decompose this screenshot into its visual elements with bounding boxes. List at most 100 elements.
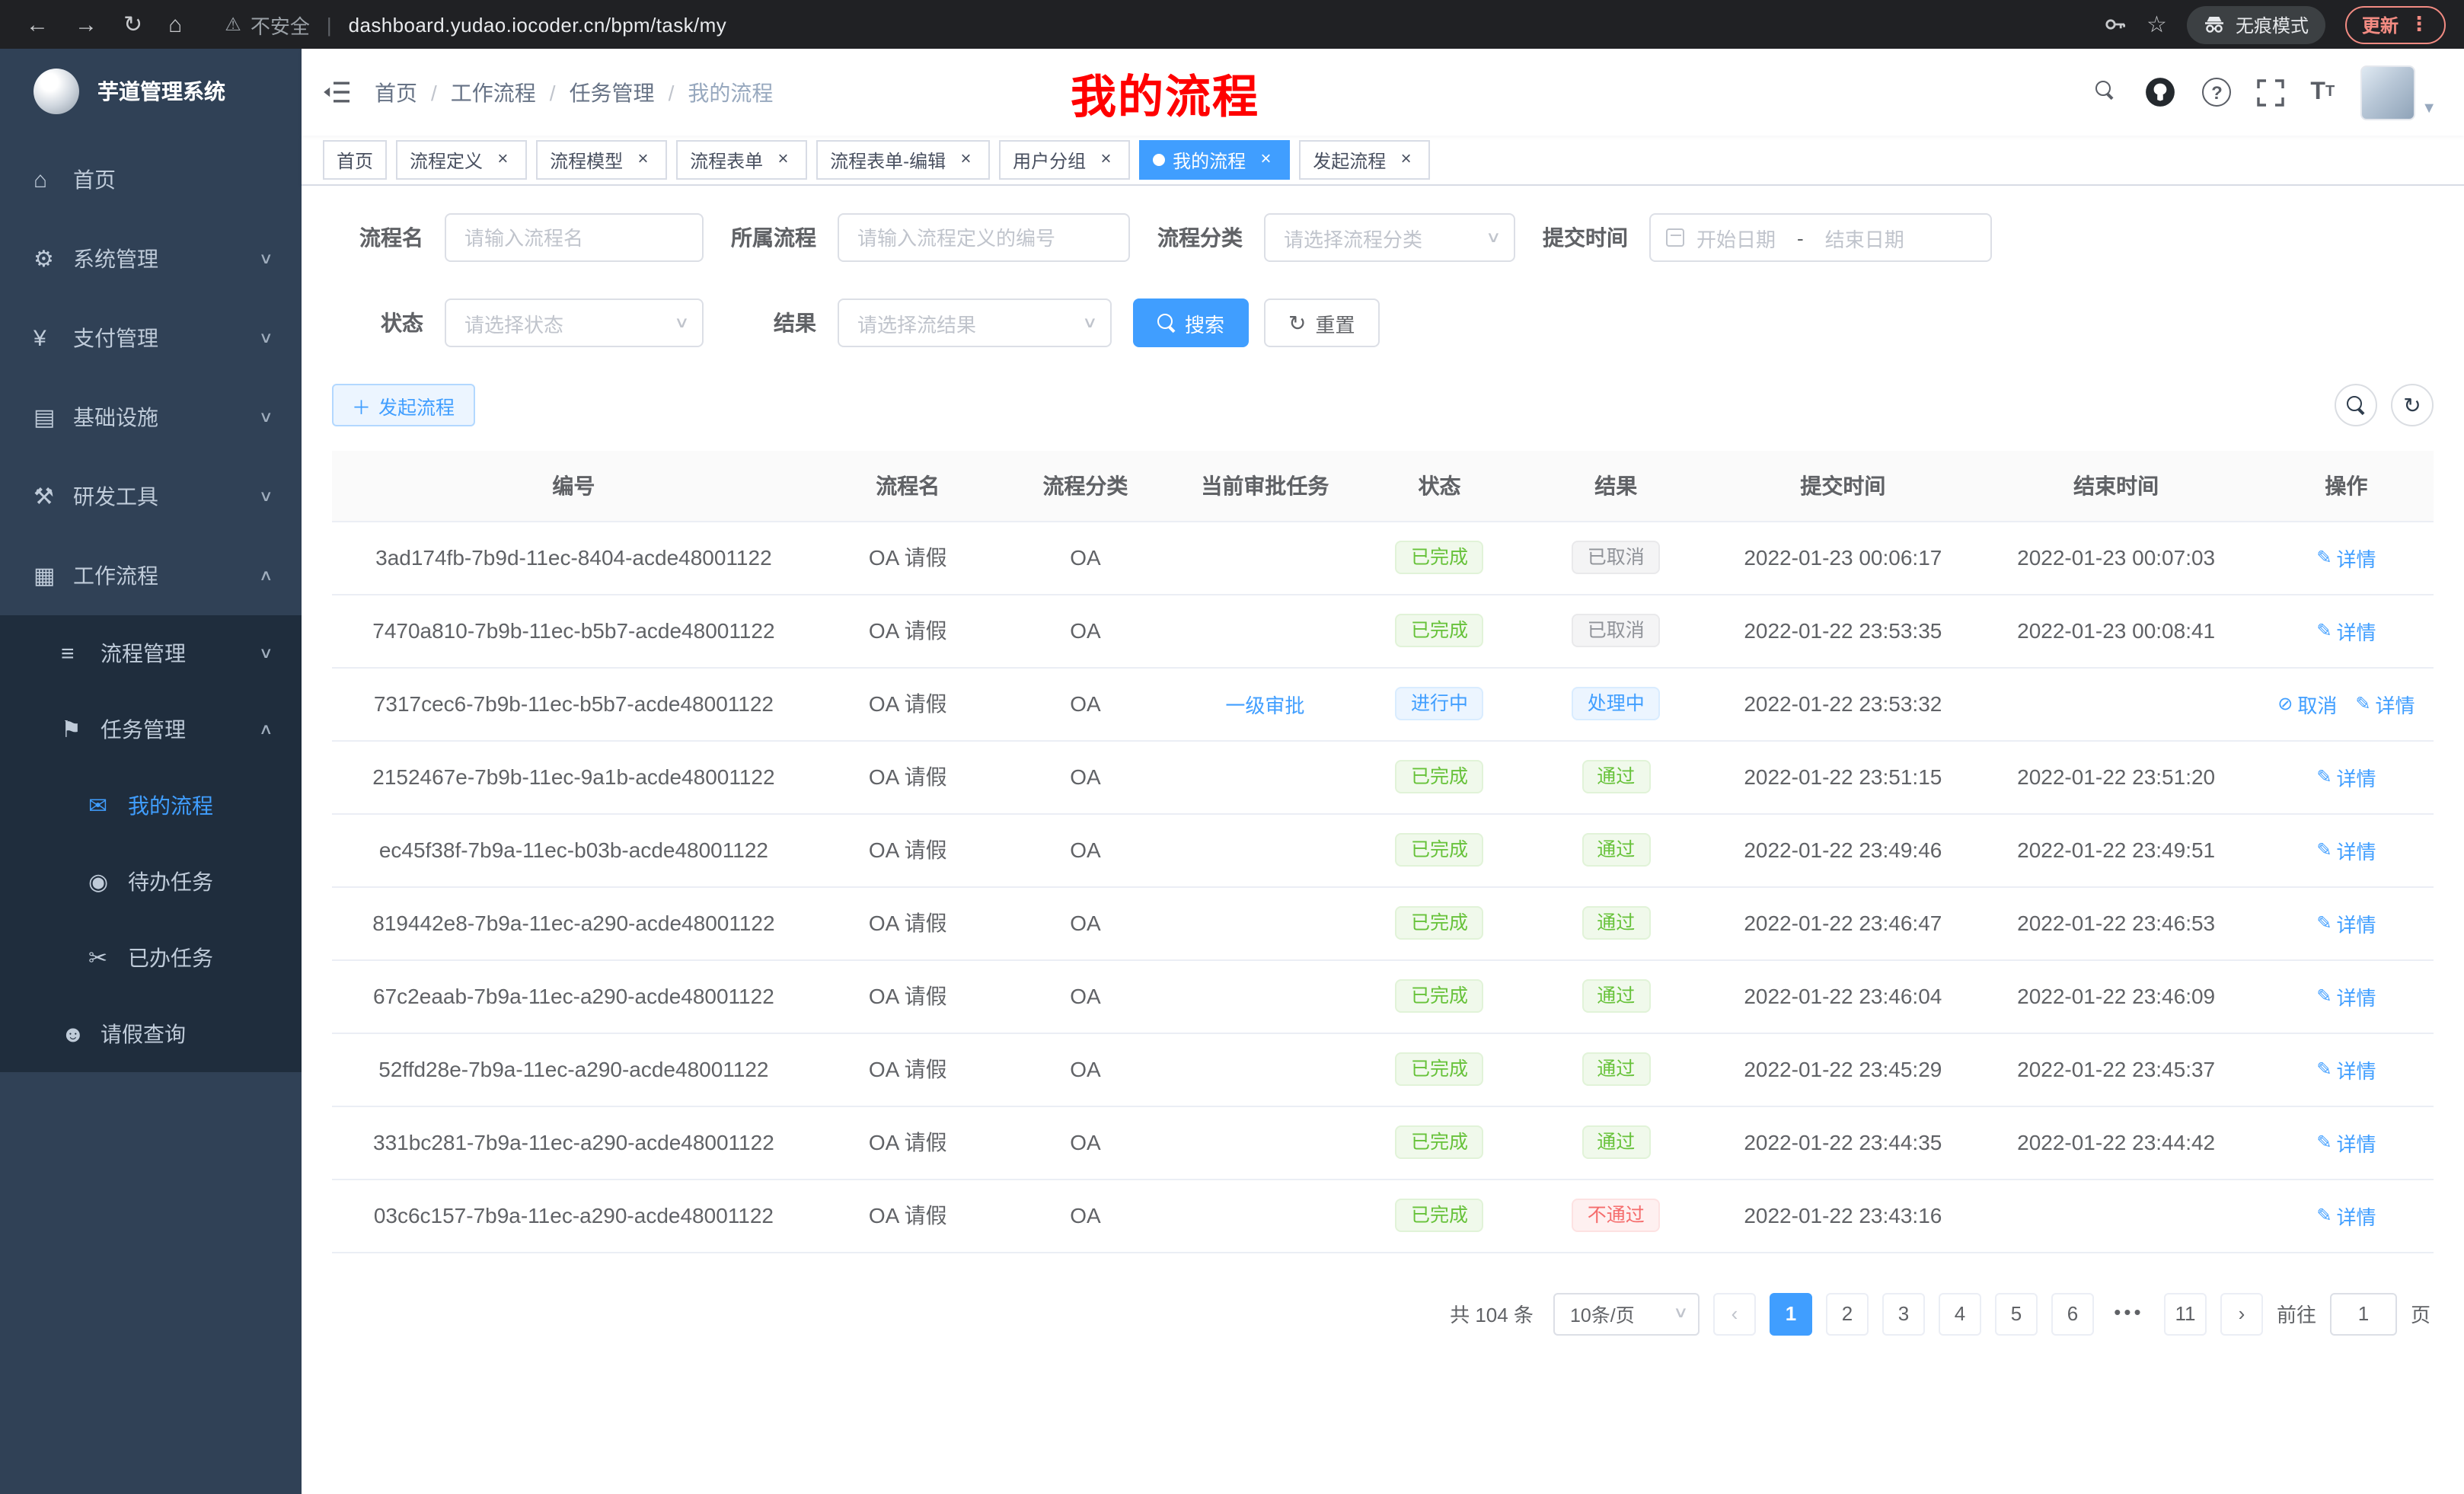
pagination-page-2[interactable]: 2 xyxy=(1826,1292,1869,1335)
cell-submit-time: 2022-01-22 23:46:47 xyxy=(1712,886,1973,959)
cancel-action-link[interactable]: ⊘取消 xyxy=(2277,689,2337,718)
toggle-search-button[interactable] xyxy=(2335,384,2377,426)
cell-process-name: OA 请假 xyxy=(815,594,1001,667)
detail-action-link[interactable]: ✎详情 xyxy=(2316,1201,2376,1230)
status-placeholder: 请选择状态 xyxy=(464,308,563,337)
tab-8[interactable]: 发起流程× xyxy=(1299,140,1430,180)
avatar[interactable] xyxy=(2360,65,2415,120)
page-size-select[interactable]: 10条/页 ∨ xyxy=(1553,1292,1700,1335)
current-task-link[interactable]: 一级审批 xyxy=(1225,689,1304,718)
menu-kebab-icon[interactable]: ⋮ xyxy=(2409,12,2429,37)
sidebar-item-12[interactable]: ☻请假查询 xyxy=(0,996,302,1072)
filter-process-name: 流程名 xyxy=(332,213,704,262)
tab-1[interactable]: 首页 xyxy=(323,140,387,180)
close-icon[interactable]: × xyxy=(1095,149,1116,171)
reset-button[interactable]: ↻ 重置 xyxy=(1264,298,1380,347)
detail-action-link[interactable]: ✎详情 xyxy=(2316,762,2376,791)
detail-action-link[interactable]: ✎详情 xyxy=(2316,616,2376,645)
close-icon[interactable]: × xyxy=(1395,149,1416,171)
detail-action-link[interactable]: ✎详情 xyxy=(2316,982,2376,1010)
search-button[interactable]: 搜索 xyxy=(1133,298,1249,347)
home-button[interactable]: ⌂ xyxy=(168,13,182,36)
close-icon[interactable]: × xyxy=(1255,149,1276,171)
user-menu[interactable]: ▼ xyxy=(2360,65,2437,120)
cell-process-name: OA 请假 xyxy=(815,959,1001,1033)
sidebar-item-8[interactable]: ⚑任务管理∧ xyxy=(0,691,302,768)
detail-action-link[interactable]: ✎详情 xyxy=(2316,1055,2376,1084)
sidebar-item-4[interactable]: ▤基础设施∨ xyxy=(0,378,302,457)
detail-action-link[interactable]: ✎详情 xyxy=(2316,835,2376,864)
cell-id: 52ffd28e-7b9a-11ec-a290-acde48001122 xyxy=(332,1033,815,1106)
sidebar-item-9[interactable]: ✉我的流程 xyxy=(0,768,302,844)
breadcrumb-item[interactable]: 任务管理 xyxy=(570,77,655,107)
breadcrumb-item[interactable]: 工作流程 xyxy=(451,77,536,107)
reload-button[interactable]: ↻ xyxy=(123,13,142,36)
table-row: 52ffd28e-7b9a-11ec-a290-acde48001122OA 请… xyxy=(332,1033,2434,1106)
refresh-table-button[interactable]: ↻ xyxy=(2391,384,2434,426)
cell-end-time xyxy=(1973,667,2258,740)
search-icon[interactable] xyxy=(2095,81,2118,104)
pagination-prev-button[interactable]: ‹ xyxy=(1713,1292,1756,1335)
close-icon[interactable]: × xyxy=(632,149,653,171)
result-select[interactable]: 请选择流结果 ∨ xyxy=(838,298,1112,347)
font-size-icon[interactable]: TT xyxy=(2310,78,2335,106)
pagination-page-11[interactable]: 11 xyxy=(2164,1292,2207,1335)
address-bar[interactable]: ⚠ 不安全 | dashboard.yudao.iocoder.cn/bpm/t… xyxy=(225,10,726,39)
sidebar-item-7[interactable]: ≡流程管理∨ xyxy=(0,615,302,691)
tab-4[interactable]: 流程表单× xyxy=(676,140,807,180)
parent-process-input[interactable] xyxy=(838,213,1130,262)
breadcrumb-separator: / xyxy=(669,80,675,104)
help-icon[interactable]: ? xyxy=(2202,78,2231,107)
sidebar-item-3[interactable]: ¥支付管理∨ xyxy=(0,298,302,378)
edit-icon: ✎ xyxy=(2316,839,2332,860)
github-icon[interactable] xyxy=(2144,76,2176,108)
sidebar-item-2[interactable]: ⚙系统管理∨ xyxy=(0,219,302,298)
pagination-page-3[interactable]: 3 xyxy=(1882,1292,1925,1335)
sidebar-item-10[interactable]: ◉待办任务 xyxy=(0,844,302,920)
tab-6[interactable]: 用户分组× xyxy=(999,140,1130,180)
sidebar-item-6[interactable]: ▦工作流程∧ xyxy=(0,536,302,615)
detail-action-link[interactable]: ✎详情 xyxy=(2355,689,2415,718)
pagination-page-6[interactable]: 6 xyxy=(2051,1292,2094,1335)
sidebar-item-label: 基础设施 xyxy=(73,402,158,433)
key-icon[interactable] xyxy=(2102,12,2127,37)
create-process-button[interactable]: ＋ 发起流程 xyxy=(332,384,474,426)
cell-end-time: 2022-01-22 23:44:42 xyxy=(1973,1106,2258,1179)
result-badge: 通过 xyxy=(1581,906,1650,940)
fullscreen-icon[interactable] xyxy=(2257,78,2284,106)
date-range-picker[interactable]: 开始日期 - 结束日期 xyxy=(1649,213,1992,262)
bookmark-star-icon[interactable]: ☆ xyxy=(2146,11,2167,38)
detail-action-link[interactable]: ✎详情 xyxy=(2316,1128,2376,1157)
detail-action-link[interactable]: ✎详情 xyxy=(2316,908,2376,937)
close-icon[interactable]: × xyxy=(492,149,513,171)
cell-result: 已取消 xyxy=(1519,521,1712,594)
breadcrumb-item[interactable]: 首页 xyxy=(375,77,417,107)
close-icon[interactable]: × xyxy=(955,149,976,171)
edit-icon: ✎ xyxy=(2316,912,2332,934)
forward-button[interactable]: → xyxy=(75,13,97,36)
pagination-page-5[interactable]: 5 xyxy=(1995,1292,2038,1335)
tab-3[interactable]: 流程模型× xyxy=(536,140,667,180)
sidebar-toggle-button[interactable] xyxy=(302,81,375,104)
goto-page-input[interactable] xyxy=(2330,1292,2397,1335)
tab-7[interactable]: 我的流程× xyxy=(1139,140,1290,180)
cell-current-task xyxy=(1170,886,1359,959)
close-icon[interactable]: × xyxy=(772,149,793,171)
process-name-input[interactable] xyxy=(445,213,704,262)
chevron-down-icon: ∨ xyxy=(258,488,273,505)
status-select[interactable]: 请选择状态 ∨ xyxy=(445,298,704,347)
tab-5[interactable]: 流程表单-编辑× xyxy=(816,140,990,180)
pagination-page-4[interactable]: 4 xyxy=(1939,1292,1981,1335)
sidebar-item-1[interactable]: ⌂首页 xyxy=(0,140,302,219)
pagination-next-button[interactable]: › xyxy=(2220,1292,2263,1335)
sidebar-item-11[interactable]: ✂已办任务 xyxy=(0,920,302,996)
result-placeholder: 请选择流结果 xyxy=(857,308,976,337)
back-button[interactable]: ← xyxy=(26,13,49,36)
pagination-page-1[interactable]: 1 xyxy=(1770,1292,1812,1335)
sidebar-item-5[interactable]: ⚒研发工具∨ xyxy=(0,457,302,536)
category-select[interactable]: 请选择流程分类 ∨ xyxy=(1264,213,1515,262)
tab-2[interactable]: 流程定义× xyxy=(396,140,527,180)
detail-action-link[interactable]: ✎详情 xyxy=(2316,543,2376,572)
active-tab-dot xyxy=(1153,154,1165,166)
update-button[interactable]: 更新 ⋮ xyxy=(2345,5,2446,43)
